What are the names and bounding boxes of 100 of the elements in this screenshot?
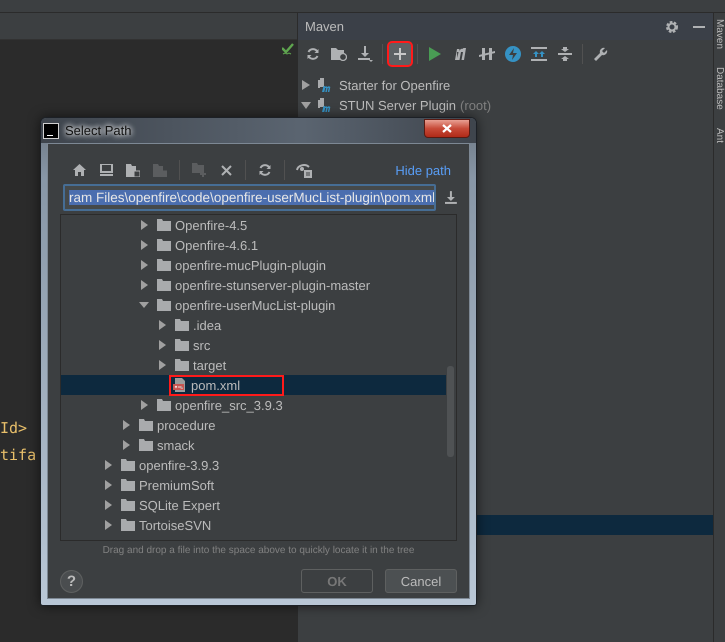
expand-all-icon <box>531 47 547 61</box>
settings-icon[interactable] <box>665 20 679 34</box>
tree-item-label: pom.xml <box>191 378 240 392</box>
collapsed-arrow-icon[interactable] <box>103 480 113 490</box>
tree-item-label: procedure <box>157 418 216 432</box>
dialog-button[interactable]: Cancel <box>385 569 457 593</box>
folder-icon <box>121 479 135 491</box>
folder-icon <box>157 399 171 411</box>
tree-row[interactable]: SQLite Expert <box>61 495 446 515</box>
collapsed-arrow-icon[interactable] <box>103 460 113 470</box>
tree-row[interactable]: src <box>61 335 446 355</box>
collapsed-arrow-icon[interactable] <box>139 240 149 250</box>
download-icon <box>357 46 373 62</box>
panel-title: Maven <box>305 19 346 34</box>
folder-icon <box>331 47 347 61</box>
tree-row[interactable]: Openfire-4.6.1 <box>61 235 446 255</box>
tree-item-label: openfire-userMucList-plugin <box>175 298 336 312</box>
minimize-icon[interactable] <box>693 26 705 28</box>
folder-icon <box>157 219 171 231</box>
tree-row[interactable]: Openfire-4.5 <box>61 215 446 235</box>
wrench-icon <box>592 46 608 62</box>
folder-icon <box>175 319 189 331</box>
folder-icon <box>121 459 135 471</box>
hint-text: Drag and drop a file into the space above to quickly locate it in the tree <box>102 545 416 556</box>
collapsed-arrow-icon[interactable] <box>139 400 149 410</box>
collapsed-arrow-icon[interactable] <box>157 360 167 370</box>
folder-icon <box>157 299 171 311</box>
xml-file-icon <box>173 378 187 392</box>
window-title: Select Path <box>65 123 132 138</box>
tree-row[interactable]: .idea <box>61 315 446 335</box>
tree-item-label: TortoiseSVN <box>139 518 212 532</box>
maven-module-icon <box>318 78 332 92</box>
collapsed-arrow-icon[interactable] <box>121 420 131 430</box>
tree-row[interactable]: TortoiseSVN <box>61 515 446 535</box>
tree-item-label: .idea <box>193 318 222 332</box>
tree-item-label: openfire-mucPlugin-plugin <box>175 258 326 272</box>
folder-icon <box>175 339 189 351</box>
new-folder-icon <box>192 163 206 177</box>
collapsed-arrow-icon[interactable] <box>103 520 113 530</box>
close-icon <box>442 124 452 132</box>
tree-row[interactable]: openfire-stunserver-plugin-master <box>61 275 446 295</box>
close-button[interactable] <box>424 118 470 138</box>
collapsed-arrow-icon[interactable] <box>121 440 131 450</box>
toolbar-button[interactable] <box>502 43 524 65</box>
tree-item-label: STUN Server Plugin (root) <box>339 98 492 112</box>
tree-item-label: src <box>193 338 210 352</box>
expanded-arrow-icon[interactable] <box>139 300 149 310</box>
tree-row[interactable]: Starter for Openfire <box>298 75 713 95</box>
tree-item-label: openfire-3.9.3 <box>139 458 220 472</box>
tree-row[interactable]: PremiumSoft <box>61 475 446 495</box>
folder-icon <box>157 259 171 271</box>
side-tab[interactable]: Maven <box>714 19 725 50</box>
collapsed-arrow-icon[interactable] <box>139 260 149 270</box>
tree-row[interactable]: openfire-3.9.3 <box>61 455 446 475</box>
collapsed-arrow-icon[interactable] <box>139 220 149 230</box>
code-line: Id> <box>0 418 28 439</box>
tree-item-label: PremiumSoft <box>139 478 214 492</box>
collapsed-arrow-icon[interactable] <box>103 500 113 510</box>
scrollbar-thumb[interactable] <box>447 366 454 457</box>
tree-item-label: Openfire-4.6.1 <box>175 238 258 252</box>
tree-row[interactable]: openfire-mucPlugin-plugin <box>61 255 446 275</box>
collapsed-arrow-icon[interactable] <box>139 280 149 290</box>
desktop-icon <box>100 164 112 176</box>
collapsed-arrow-icon[interactable] <box>157 340 167 350</box>
skip-tests-icon <box>479 46 495 62</box>
eye-icon <box>296 162 312 178</box>
refresh-icon <box>306 47 320 61</box>
collapsed-arrow-icon[interactable] <box>157 320 167 330</box>
folder-icon <box>126 164 140 176</box>
collapse-all-icon <box>558 47 572 61</box>
path-field[interactable]: ram Files\openfire\code\openfire-userMucList-plugin\pom.xml <box>63 184 436 211</box>
collapsed-arrow-icon[interactable] <box>301 80 311 90</box>
tree-item-label: openfire_src_3.9.3 <box>175 398 283 412</box>
plus-icon <box>394 48 406 60</box>
help-button[interactable]: ? <box>60 570 83 592</box>
tree-row[interactable]: smack <box>61 435 446 455</box>
folder-icon <box>175 359 189 371</box>
side-tab[interactable]: Ant <box>714 128 725 143</box>
side-tab[interactable]: Database <box>714 67 725 110</box>
expanded-arrow-icon[interactable] <box>301 100 311 110</box>
toolbar-button[interactable] <box>389 43 411 65</box>
download-icon[interactable] <box>445 191 457 204</box>
tree-row[interactable]: openfire_src_3.9.3 <box>61 395 446 415</box>
tree-row[interactable]: target <box>61 355 446 375</box>
refresh-icon <box>258 163 272 177</box>
hide-path-link[interactable]: Hide path <box>395 162 451 178</box>
lightning-icon <box>505 46 521 62</box>
tree-row[interactable]: pom.xml <box>61 375 446 395</box>
tree-row[interactable]: procedure <box>61 415 446 435</box>
folder-icon <box>139 419 153 431</box>
tree-row[interactable]: STUN Server Plugin (root) <box>298 95 713 115</box>
folder-icon <box>157 279 171 291</box>
tree-row[interactable]: openfire-userMucList-plugin <box>61 295 446 315</box>
folder-icon <box>139 439 153 451</box>
play-icon <box>429 47 441 61</box>
close-icon <box>220 164 232 176</box>
folder-icon <box>153 164 167 176</box>
home-icon <box>72 164 86 176</box>
folder-icon <box>121 499 135 511</box>
maven-module-icon <box>318 98 332 112</box>
